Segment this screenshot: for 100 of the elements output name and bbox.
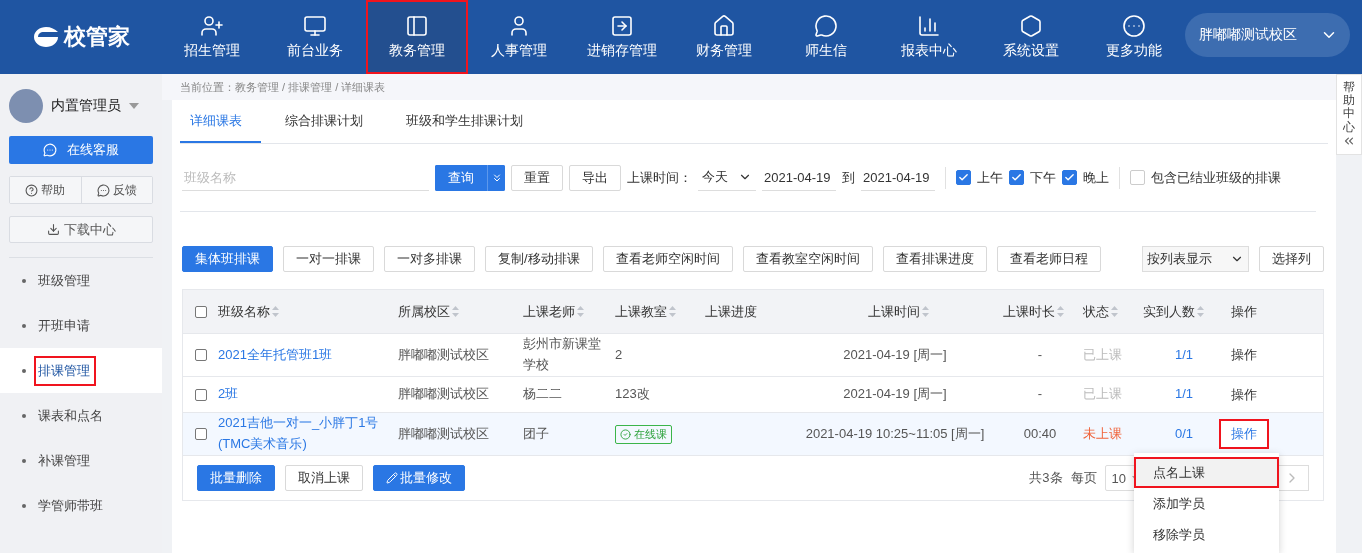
nav-item[interactable]: 系统设置 xyxy=(980,0,1083,74)
column-header: 操作 xyxy=(1231,302,1257,321)
menu-item[interactable]: 添加学员 xyxy=(1134,488,1279,519)
nav-item[interactable]: 财务管理 xyxy=(672,0,776,74)
sidebar-item[interactable]: 班级管理 xyxy=(0,258,162,303)
nav-item[interactable]: 报表中心 xyxy=(877,0,981,74)
action-button[interactable]: 查看排课进度 xyxy=(882,246,987,272)
range-select[interactable]: 今天 xyxy=(698,164,756,191)
menu-item[interactable]: 点名上课 xyxy=(1134,457,1279,488)
nav-item[interactable]: 教务管理 xyxy=(365,0,469,74)
bullet-icon xyxy=(22,368,26,373)
nav-item[interactable]: 师生信 xyxy=(775,0,878,74)
breadcrumb: 当前位置：教务管理 / 排课管理 / 详细课表 xyxy=(162,74,1336,100)
table-cell-text: 2021-04-19 [周一] xyxy=(842,345,948,364)
table-cell-text: 2021-04-19 [周一] xyxy=(842,385,948,404)
monitor-icon xyxy=(302,14,327,38)
menu-item[interactable]: 移除学员 xyxy=(1134,519,1279,550)
column-header: 状态 xyxy=(1083,302,1109,321)
tab[interactable]: 综合排课计划 xyxy=(275,100,382,143)
column-header: 上课进度 xyxy=(705,302,757,321)
sidebar-item[interactable]: 课表和点名 xyxy=(0,393,162,438)
class-name-link[interactable]: 2021全年托管班1班 xyxy=(218,344,398,366)
row-checkbox[interactable] xyxy=(194,428,207,440)
column-header: 上课老师 xyxy=(523,302,575,321)
attendance-link[interactable]: 1/1 xyxy=(1174,346,1194,362)
tab[interactable]: 详细课表 xyxy=(180,100,261,143)
table-cell-text: 2 xyxy=(615,345,624,364)
total-count: 共3条 xyxy=(1029,469,1063,487)
period-checkbox[interactable]: 上午 xyxy=(956,168,1003,187)
campus-select[interactable]: 胖嘟嘟测试校区 xyxy=(1184,13,1350,57)
select-all-checkbox[interactable] xyxy=(194,305,207,318)
bulk-button[interactable]: 批量修改 xyxy=(373,465,465,491)
choose-columns-button[interactable]: 选择列 xyxy=(1259,246,1324,272)
sidebar-item[interactable]: 开班申请 xyxy=(0,303,162,348)
sidebar-item[interactable]: 补课管理 xyxy=(0,438,162,483)
help-center-tab[interactable]: 帮助中心 xyxy=(1336,74,1362,155)
export-button[interactable]: 导出 xyxy=(569,164,621,191)
row-checkbox[interactable] xyxy=(194,349,207,361)
online-service-button[interactable]: 在线客服 xyxy=(9,136,153,164)
user-avatar xyxy=(9,89,43,123)
per-page-label: 每页 xyxy=(1070,469,1097,487)
row-checkbox[interactable] xyxy=(194,388,207,401)
column-header: 实到人数 xyxy=(1143,302,1195,321)
expand-button[interactable] xyxy=(487,164,505,191)
download-center-button[interactable]: 下载中心 xyxy=(9,216,153,243)
chat-icon xyxy=(43,143,57,157)
sort-icon[interactable] xyxy=(1197,306,1204,317)
bulk-button[interactable]: 取消上课 xyxy=(285,465,363,491)
attendance-link[interactable]: 0/1 xyxy=(1174,425,1194,441)
reset-button[interactable]: 重置 xyxy=(511,164,563,191)
table-cell-text: 彭州市新课堂学校 xyxy=(523,335,602,374)
sidebar-label: 学管师带班 xyxy=(37,496,104,515)
view-select[interactable]: 按列表显示 xyxy=(1142,246,1249,272)
nav-item[interactable]: 招生管理 xyxy=(161,0,264,74)
class-name-link[interactable]: 2021吉他一对一_小胖丁1号(TMC美术音乐) xyxy=(218,413,398,455)
sort-icon[interactable] xyxy=(921,306,929,317)
sidebar-item[interactable]: 排课管理 xyxy=(0,348,162,393)
to-label: 到 xyxy=(842,168,855,187)
table-cell-text: 杨二二 xyxy=(523,385,563,404)
sidebar-item[interactable]: 学管师带班 xyxy=(0,483,162,528)
table-cell-text: 胖嘟嘟测试校区 xyxy=(398,345,490,364)
sort-icon[interactable] xyxy=(452,306,459,317)
sort-icon[interactable] xyxy=(1057,306,1064,317)
date-field[interactable]: 2021-04-19 xyxy=(861,164,935,191)
sort-icon[interactable] xyxy=(669,306,676,317)
nav-item[interactable]: 人事管理 xyxy=(468,0,571,74)
column-header: 班级名称 xyxy=(218,302,270,321)
panel-icon xyxy=(404,14,429,38)
period-checkbox[interactable]: 晚上 xyxy=(1062,168,1109,187)
class-name-link[interactable]: 2班 xyxy=(218,384,398,405)
sort-icon[interactable] xyxy=(1111,306,1118,317)
attendance-link[interactable]: 1/1 xyxy=(1174,386,1194,402)
online-tag: 在线课 xyxy=(615,424,672,444)
action-button[interactable]: 一对一排课 xyxy=(283,246,374,272)
action-button[interactable]: 查看老师日程 xyxy=(996,246,1101,272)
bulk-button[interactable]: 批量删除 xyxy=(197,465,275,491)
column-header: 上课时间 xyxy=(867,302,920,321)
include-finished-checkbox[interactable]: 包含已结业班级的排课 xyxy=(1130,168,1281,187)
chat-icon xyxy=(814,14,839,38)
period-checkbox[interactable]: 下午 xyxy=(1009,168,1056,187)
user-name[interactable]: 内置管理员 xyxy=(51,97,121,115)
action-button[interactable]: 复制/移动排课 xyxy=(485,246,593,272)
operation-link[interactable]: 操作 xyxy=(1219,340,1269,370)
time-label: 上课时间： xyxy=(627,168,692,187)
sort-icon[interactable] xyxy=(272,306,279,317)
nav-item[interactable]: 更多功能 xyxy=(1082,0,1185,74)
tab[interactable]: 班级和学生排课计划 xyxy=(396,100,542,143)
action-button[interactable]: 集体班排课 xyxy=(182,246,273,272)
help-button[interactable]: 帮助 xyxy=(10,177,82,203)
sort-icon[interactable] xyxy=(577,306,584,317)
action-button[interactable]: 查看教室空闲时间 xyxy=(742,246,873,272)
operation-link[interactable]: 操作 xyxy=(1219,379,1269,410)
action-button[interactable]: 一对多排课 xyxy=(384,246,475,272)
nav-item[interactable]: 进销存管理 xyxy=(570,0,673,74)
feedback-button[interactable]: 反馈 xyxy=(81,177,152,203)
date-field[interactable]: 2021-04-19 xyxy=(762,164,836,191)
status-text: 已上课 xyxy=(1083,385,1123,404)
operation-link[interactable]: 操作 xyxy=(1219,419,1269,449)
action-button[interactable]: 查看老师空闲时间 xyxy=(602,246,733,272)
nav-item[interactable]: 前台业务 xyxy=(263,0,366,74)
